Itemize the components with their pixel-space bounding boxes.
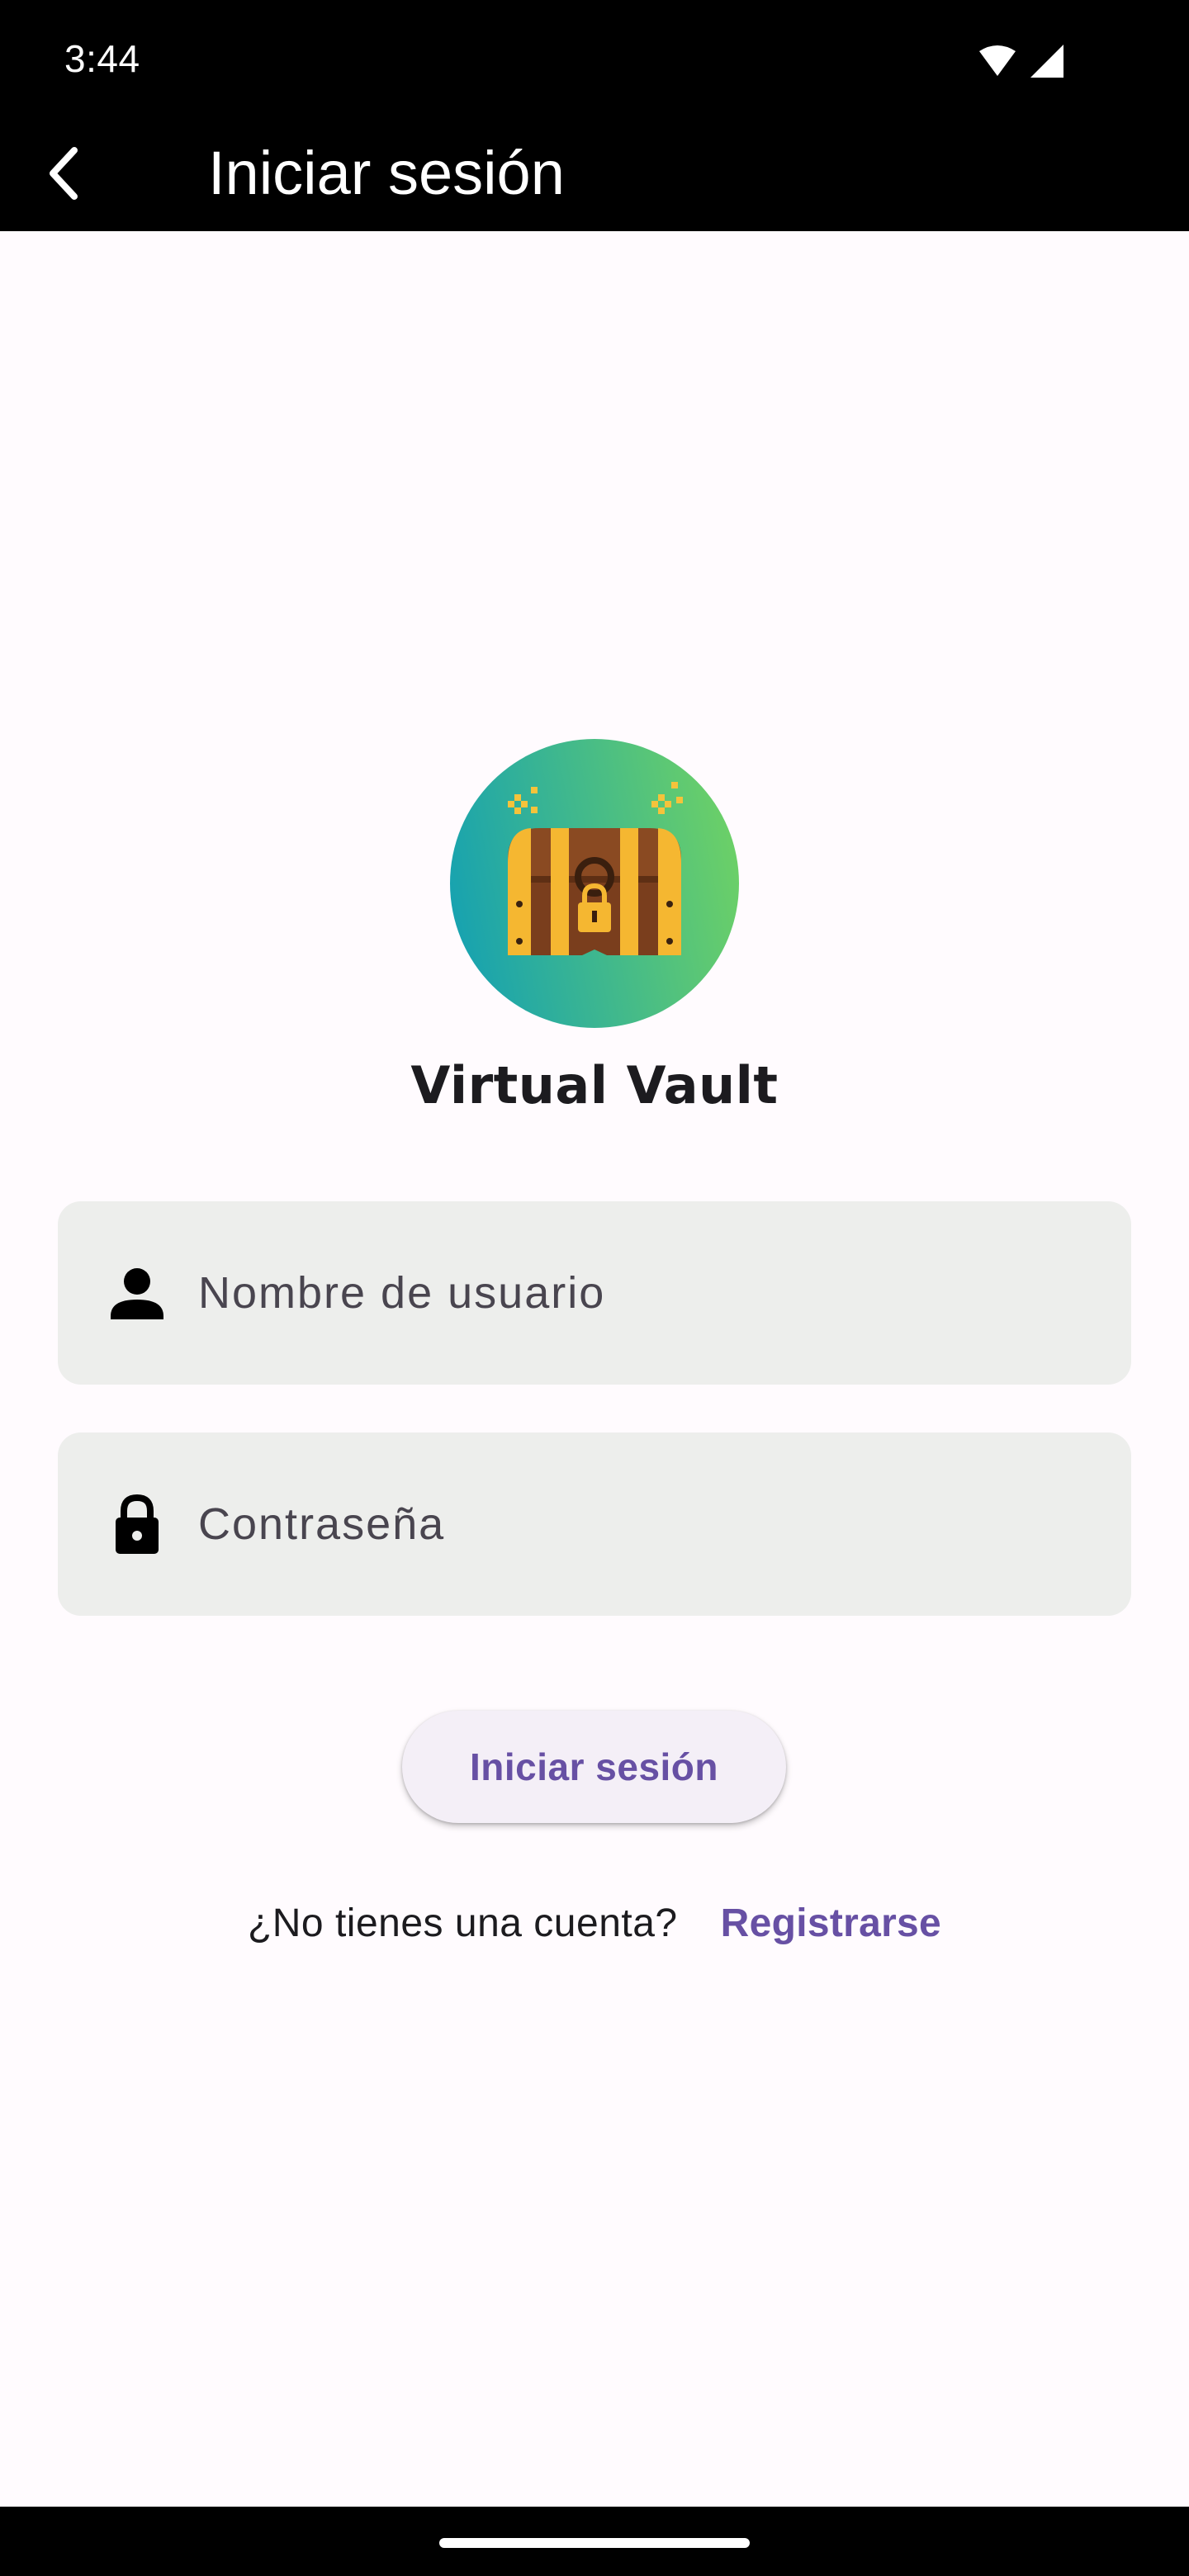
username-input[interactable] — [140, 1201, 1040, 1385]
password-input[interactable] — [140, 1432, 1040, 1616]
back-button[interactable] — [31, 140, 97, 206]
login-button[interactable]: Iniciar sesión — [402, 1711, 786, 1823]
status-icons — [979, 45, 1063, 78]
register-link[interactable]: Registrarse — [721, 1901, 941, 1945]
username-field[interactable] — [58, 1201, 1131, 1385]
app-bar: Iniciar sesión — [0, 116, 1189, 231]
app-name: Virtual Vault — [410, 1055, 779, 1115]
navigation-bar — [0, 2507, 1189, 2576]
wifi-icon — [979, 45, 1016, 76]
password-field[interactable] — [58, 1432, 1131, 1616]
cellular-signal-icon — [1030, 45, 1063, 78]
signup-question: ¿No tienes una cuenta? — [247, 1901, 678, 1945]
app-logo — [450, 739, 739, 1028]
status-time: 3:44 — [64, 37, 140, 80]
home-indicator[interactable] — [439, 2538, 750, 2548]
page-title: Iniciar sesión — [208, 139, 565, 207]
signup-row: ¿No tienes una cuenta? Registrarse — [0, 1901, 1189, 1946]
chevron-left-icon — [50, 147, 78, 200]
status-bar: 3:44 — [0, 0, 1189, 116]
